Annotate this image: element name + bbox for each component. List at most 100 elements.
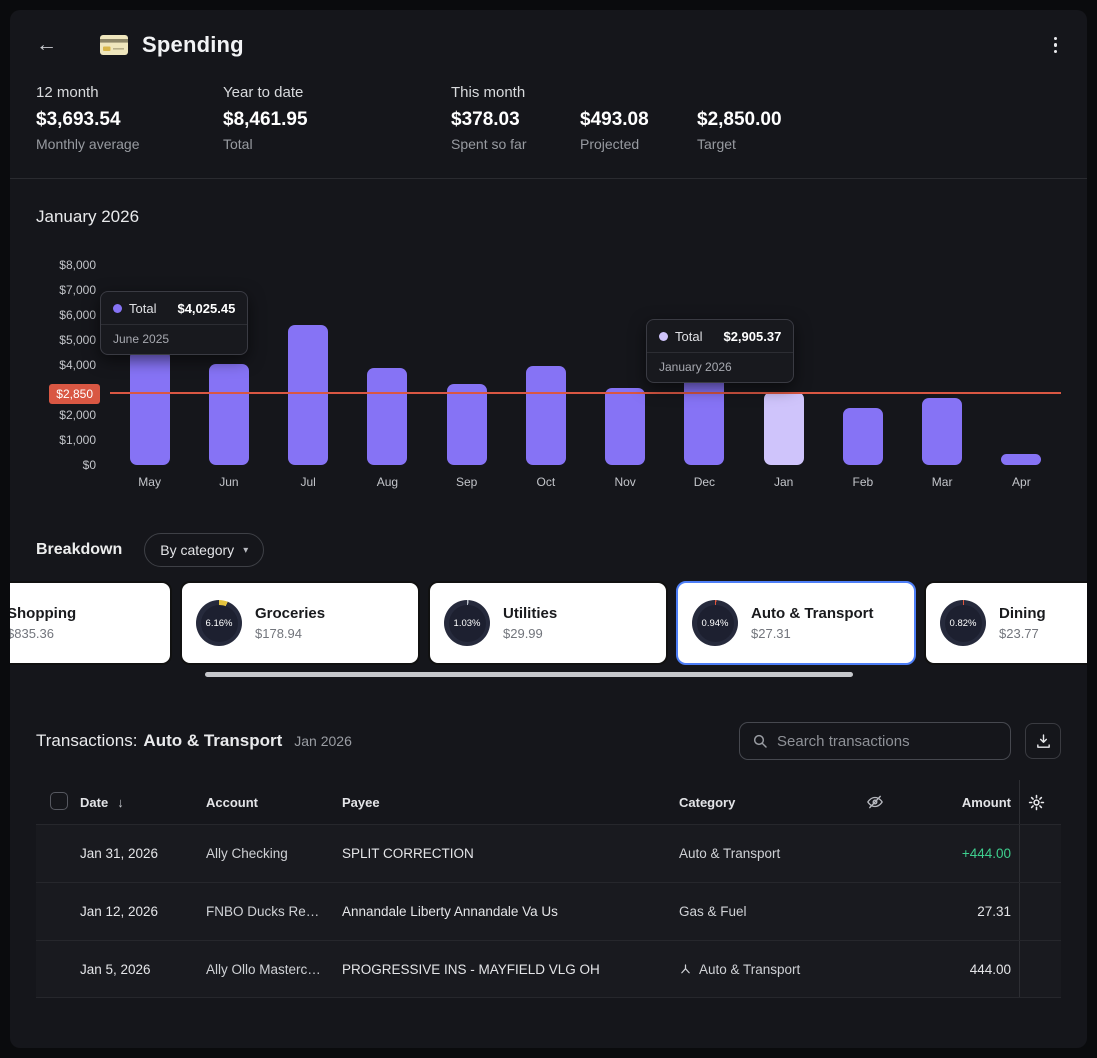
bar-oct[interactable] (525, 366, 566, 465)
y-tick-label: $6,000 (59, 308, 96, 322)
x-tick-label: Aug (376, 475, 399, 489)
breakdown-title: Breakdown (36, 541, 123, 558)
x-tick-label: Mar (931, 475, 953, 489)
search-icon (752, 733, 768, 749)
transaction-row[interactable]: Jan 12, 2026 FNBO Ducks Re… Annandale Libe… (36, 882, 1061, 940)
x-tick-label: Apr (1012, 475, 1031, 489)
category-card-utilities[interactable]: 1.03% Utilities $29.99 (428, 581, 668, 665)
breakdown-header: Breakdown By category ▾ (10, 497, 1087, 581)
stat-label-bottom: Spent so far (451, 136, 527, 152)
chart-tooltip-january: Total $2,905.37 January 2026 (646, 319, 795, 383)
hide-column-icon[interactable] (851, 793, 907, 811)
category-card-shopping[interactable]: Shopping $835.36 (10, 581, 172, 665)
tooltip-value: $2,905.37 (723, 329, 782, 344)
x-tick-label: Jun (219, 475, 239, 489)
category-name: Auto & Transport (751, 605, 874, 622)
category-name: Groceries (255, 605, 326, 622)
transactions-header: Transactions: Auto & Transport Jan 2026 (10, 678, 1087, 780)
column-header-payee[interactable]: Payee (342, 795, 679, 810)
column-header-amount[interactable]: Amount (907, 795, 1019, 810)
bar-apr[interactable] (1001, 453, 1042, 465)
stat-block: Year to date $8,461.95 Total (223, 84, 451, 152)
gear-icon[interactable] (1028, 794, 1045, 811)
table-header: Date ↓ Account Payee Category Amount (36, 780, 1061, 824)
transaction-date: Jan 31, 2026 (80, 846, 159, 861)
y-tick-label: $1,000 (59, 433, 96, 447)
stat-value: $3,693.54 (36, 109, 121, 130)
bar-jul[interactable] (288, 325, 329, 465)
bar-may[interactable] (129, 350, 170, 465)
transaction-payee: SPLIT CORRECTION (342, 846, 474, 861)
chart-y-axis: $2,850 $8,000 $7,000 $6,000 $5,000 $4,000 $2,… (36, 258, 100, 472)
bar-jan[interactable] (763, 392, 804, 465)
bar-dec[interactable] (684, 370, 725, 465)
stats-row: 12 month $3,693.54 Monthly average Year to … (10, 70, 1087, 174)
bar-aug[interactable] (367, 367, 408, 465)
stat-label-bottom: Total (223, 136, 253, 152)
stat-label-bottom: Projected (580, 136, 640, 152)
select-all-checkbox[interactable] (50, 791, 68, 810)
dropdown-label: By category (160, 542, 235, 558)
spending-chart: $2,850 $8,000 $7,000 $6,000 $5,000 $4,000 $2,… (36, 258, 1061, 497)
bar-nov[interactable] (605, 387, 646, 465)
chart-x-axis: May Jun Jul Aug Sep Oct Nov Dec Jan Feb Mar Apr (110, 475, 1061, 489)
bar-sep[interactable] (446, 383, 487, 465)
transaction-category: Auto & Transport (679, 846, 781, 861)
cards-scrollbar-thumb[interactable] (205, 672, 853, 677)
stat-value: $378.03 (451, 109, 520, 130)
stat-label-top: Year to date (223, 84, 304, 101)
tooltip-series-label: Total (129, 301, 157, 316)
y-tick-label: $5,000 (59, 333, 96, 347)
stat-label-top: 12 month (36, 84, 99, 101)
bar-column-mar (903, 265, 982, 465)
column-header-account[interactable]: Account (206, 795, 342, 810)
bar-mar[interactable] (922, 397, 963, 465)
transaction-account: FNBO Ducks Re… (206, 904, 320, 919)
column-header-date[interactable]: Date ↓ (80, 795, 206, 810)
transaction-amount: 27.31 (977, 904, 1011, 919)
breakdown-mode-dropdown[interactable]: By category ▾ (144, 533, 265, 567)
bar-feb[interactable] (842, 407, 883, 465)
page-title: Spending (142, 32, 244, 57)
category-donut-icon: 6.16% (196, 600, 242, 646)
transaction-account: Ally Checking (206, 846, 288, 861)
category-percent: 0.94% (696, 604, 734, 642)
spending-page: ← Spending 12 month $3,693.54 Monthly aver… (10, 10, 1087, 1048)
y-tick-label: $7,000 (59, 283, 96, 297)
transaction-row[interactable]: Jan 5, 2026 Ally Ollo Masterc… PROGRESSIVE… (36, 940, 1061, 998)
y-tick-label: $4,000 (59, 358, 96, 372)
transaction-payee: PROGRESSIVE INS - MAYFIELD VLG OH (342, 961, 600, 977)
transactions-title-prefix: Transactions: (36, 731, 138, 750)
bar-column-jul (269, 265, 348, 465)
category-amount: $23.77 (999, 626, 1039, 641)
download-button[interactable] (1025, 723, 1061, 759)
bar-column-apr (982, 265, 1061, 465)
stat-label-top: This month (451, 84, 526, 101)
category-amount: $835.36 (10, 626, 54, 641)
bar-column-oct (506, 265, 585, 465)
bar-jun[interactable] (208, 364, 249, 465)
search-box (739, 722, 1011, 760)
y-tick-label: $0 (82, 458, 96, 472)
category-name: Shopping (10, 605, 77, 622)
category-card-dining[interactable]: 0.82% Dining $23.77 (924, 581, 1087, 665)
category-card-auto-transport[interactable]: 0.94% Auto & Transport $27.31 (676, 581, 916, 665)
stat-block: $2,850.00 Target (697, 84, 782, 152)
stat-block: This month $378.03 Spent so far (451, 84, 580, 152)
category-cards-strip: Shopping $835.36 6.16% Groceries $178.94 1.03… (10, 581, 1087, 678)
column-header-category[interactable]: Category (679, 795, 851, 810)
stat-value: $493.08 (580, 109, 649, 130)
x-tick-label: Oct (536, 475, 556, 489)
x-tick-label: Jul (300, 475, 316, 489)
transaction-amount: +444.00 (961, 846, 1011, 861)
transaction-row[interactable]: Jan 31, 2026 Ally Checking SPLIT CORRECTIO… (36, 824, 1061, 882)
category-donut-icon: 0.94% (692, 600, 738, 646)
transaction-category: Gas & Fuel (679, 904, 747, 919)
category-card-groceries[interactable]: 6.16% Groceries $178.94 (180, 581, 420, 665)
x-tick-label: Dec (693, 475, 716, 489)
overflow-menu-icon[interactable] (1050, 33, 1062, 58)
search-input[interactable] (777, 732, 998, 750)
split-transaction-icon (679, 963, 692, 976)
transaction-amount: 444.00 (969, 961, 1011, 977)
back-icon[interactable]: ← (36, 33, 62, 57)
